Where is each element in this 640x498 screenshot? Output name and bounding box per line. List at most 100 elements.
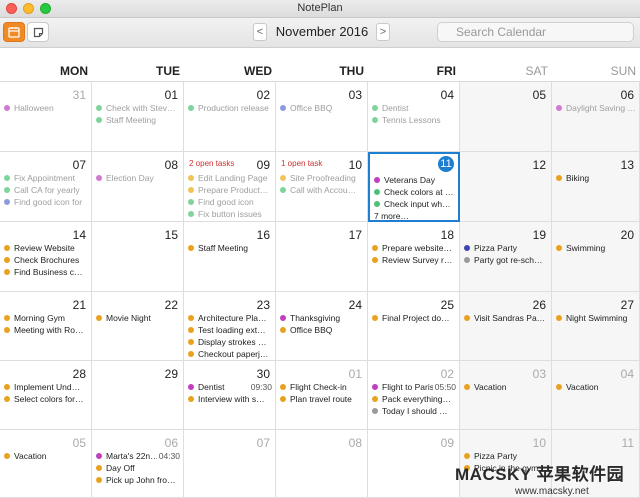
- day-cell[interactable]: 22 Movie Night: [92, 292, 184, 361]
- event-item[interactable]: Find Business c…: [4, 266, 88, 278]
- event-item[interactable]: Display strokes …: [188, 336, 272, 348]
- day-cell[interactable]: 06 Daylight Saving …: [552, 82, 640, 152]
- event-item[interactable]: Vacation: [556, 381, 636, 393]
- day-cell[interactable]: 13 Biking: [552, 152, 640, 222]
- event-item[interactable]: Flight to Paris 05:50: [372, 381, 456, 393]
- event-item[interactable]: Call CA for yearly: [4, 184, 88, 196]
- day-cell[interactable]: 09: [368, 430, 460, 498]
- day-cell[interactable]: 26 Visit Sandras Pa…: [460, 292, 552, 361]
- day-cell[interactable]: 05 Vacation: [0, 430, 92, 498]
- event-item[interactable]: Vacation: [464, 381, 548, 393]
- day-cell[interactable]: 04 Dentist Tennis Lessons: [368, 82, 460, 152]
- day-cell[interactable]: 01 Check with Stev… Staff Meeting: [92, 82, 184, 152]
- event-item[interactable]: Halloween: [4, 102, 88, 114]
- day-cell[interactable]: 18 Prepare website… Review Survey r…: [368, 222, 460, 292]
- event-item[interactable]: Interview with s…: [188, 393, 272, 405]
- day-cell[interactable]: 16 Staff Meeting: [184, 222, 276, 292]
- event-item[interactable]: Site Proofreading: [280, 172, 364, 184]
- event-item[interactable]: Pick up John fro…: [96, 474, 180, 486]
- day-cell[interactable]: 02 Flight to Paris 05:50 Pack everything… To…: [368, 361, 460, 430]
- event-item[interactable]: Select colors for…: [4, 393, 88, 405]
- event-item[interactable]: Picnic in the gym: [464, 462, 548, 474]
- event-item[interactable]: Check colors at …: [374, 186, 455, 198]
- event-item[interactable]: Plan travel route: [280, 393, 364, 405]
- day-cell[interactable]: 03 Office BBQ: [276, 82, 368, 152]
- day-cell[interactable]: 28 Implement Und… Select colors for…: [0, 361, 92, 430]
- event-item[interactable]: Office BBQ: [280, 324, 364, 336]
- event-item[interactable]: Find good icon for: [4, 196, 88, 208]
- event-item[interactable]: Meeting with Ro…: [4, 324, 88, 336]
- event-item[interactable]: Architecture Pla…: [188, 312, 272, 324]
- day-cell[interactable]: 29: [92, 361, 184, 430]
- event-item[interactable]: Morning Gym: [4, 312, 88, 324]
- more-events-link[interactable]: 7 more…: [374, 210, 455, 220]
- day-cell[interactable]: 10 Pizza Party Picnic in the gym: [460, 430, 552, 498]
- event-item[interactable]: Fix button issues: [188, 208, 272, 220]
- event-item[interactable]: Checkout paperj…: [188, 348, 272, 360]
- day-cell[interactable]: 20 Swimming: [552, 222, 640, 292]
- event-item[interactable]: Vacation: [4, 450, 88, 462]
- search-calendar-input[interactable]: Search Calendar: [437, 22, 634, 42]
- event-item[interactable]: Fix Appointment: [4, 172, 88, 184]
- event-item[interactable]: Election Day: [96, 172, 180, 184]
- day-cell[interactable]: 30 Dentist 09:30 Interview with s…: [184, 361, 276, 430]
- day-cell[interactable]: 23 Architecture Pla… Test loading ext… Disp…: [184, 292, 276, 361]
- event-item[interactable]: Party got re-sch…: [464, 254, 548, 266]
- day-cell[interactable]: 25 Final Project do…: [368, 292, 460, 361]
- event-item[interactable]: Biking: [556, 172, 636, 184]
- event-item[interactable]: Veterans Day: [374, 174, 455, 186]
- next-month-button[interactable]: >: [376, 23, 390, 41]
- open-tasks-label[interactable]: 2 open tasks: [189, 159, 234, 168]
- event-item[interactable]: Pizza Party: [464, 450, 548, 462]
- event-item[interactable]: Swimming: [556, 242, 636, 254]
- day-cell[interactable]: 14 Review Website Check Brochures Find Busi…: [0, 222, 92, 292]
- day-cell[interactable]: 17: [276, 222, 368, 292]
- day-cell[interactable]: 15: [92, 222, 184, 292]
- event-item[interactable]: Prepare Product…: [188, 184, 272, 196]
- event-item[interactable]: Find good icon: [188, 196, 272, 208]
- day-cell[interactable]: 08: [276, 430, 368, 498]
- day-cell[interactable]: 21 Morning Gym Meeting with Ro…: [0, 292, 92, 361]
- event-item[interactable]: Movie Night: [96, 312, 180, 324]
- event-item[interactable]: Staff Meeting: [96, 114, 180, 126]
- event-item[interactable]: Visit Sandras Pa…: [464, 312, 548, 324]
- calendar-view-button[interactable]: [3, 22, 25, 42]
- day-cell[interactable]: 10 1 open task Site Proofreading Call with …: [276, 152, 368, 222]
- event-item[interactable]: Dentist 09:30: [188, 381, 272, 393]
- open-tasks-label[interactable]: 1 open task: [281, 159, 322, 168]
- event-item[interactable]: Review Website: [4, 242, 88, 254]
- event-item[interactable]: Flight Check-in: [280, 381, 364, 393]
- event-item[interactable]: Office BBQ: [280, 102, 364, 114]
- day-cell[interactable]: 09 2 open tasks Edit Landing Page Prepare P…: [184, 152, 276, 222]
- day-cell[interactable]: 31 Halloween: [0, 82, 92, 152]
- event-item[interactable]: Prepare website…: [372, 242, 456, 254]
- event-item[interactable]: Thanksgiving: [280, 312, 364, 324]
- event-item[interactable]: Staff Meeting: [188, 242, 272, 254]
- event-item[interactable]: Tennis Lessons: [372, 114, 456, 126]
- event-item[interactable]: Today I should …: [372, 405, 456, 417]
- day-cell[interactable]: 06 Marta's 22n… 04:30 Day Off Pick up John f…: [92, 430, 184, 498]
- day-cell[interactable]: 11: [552, 430, 640, 498]
- event-item[interactable]: Pack everything…: [372, 393, 456, 405]
- day-cell[interactable]: 24 Thanksgiving Office BBQ: [276, 292, 368, 361]
- event-item[interactable]: Marta's 22n… 04:30: [96, 450, 180, 462]
- previous-month-button[interactable]: <: [253, 23, 267, 41]
- event-item[interactable]: Production release: [188, 102, 272, 114]
- day-cell[interactable]: 05: [460, 82, 552, 152]
- day-cell[interactable]: 19 Pizza Party Party got re-sch…: [460, 222, 552, 292]
- day-cell[interactable]: 07 Fix Appointment Call CA for yearly Find …: [0, 152, 92, 222]
- day-cell[interactable]: 12: [460, 152, 552, 222]
- event-item[interactable]: Check Brochures: [4, 254, 88, 266]
- event-item[interactable]: Check input wh…: [374, 198, 455, 210]
- day-cell[interactable]: 27 Night Swimming: [552, 292, 640, 361]
- event-item[interactable]: Review Survey r…: [372, 254, 456, 266]
- event-item[interactable]: Day Off: [96, 462, 180, 474]
- day-cell[interactable]: 03 Vacation: [460, 361, 552, 430]
- event-item[interactable]: Pizza Party: [464, 242, 548, 254]
- day-cell[interactable]: 08 Election Day: [92, 152, 184, 222]
- day-cell[interactable]: 07: [184, 430, 276, 498]
- event-item[interactable]: Test loading ext…: [188, 324, 272, 336]
- notes-view-button[interactable]: [27, 22, 49, 42]
- event-item[interactable]: Daylight Saving …: [556, 102, 636, 114]
- event-item[interactable]: Dentist: [372, 102, 456, 114]
